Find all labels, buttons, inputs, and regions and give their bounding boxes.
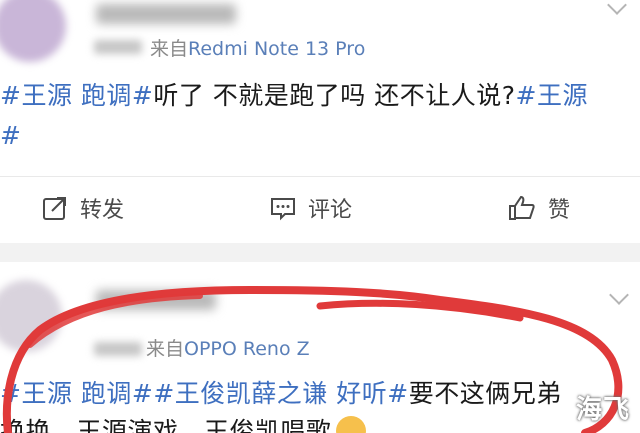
post-text: 要不这俩兄弟 xyxy=(408,379,562,408)
comment-label: 评论 xyxy=(308,198,353,223)
username-blurred[interactable] xyxy=(96,290,216,310)
post-text: 听了 不就是跑了吗 还不让人说? xyxy=(153,81,516,110)
source-prefix: 来自 xyxy=(150,38,189,60)
source-device: Redmi Note 13 Pro xyxy=(188,38,366,60)
timestamp-blurred xyxy=(94,40,142,54)
repost-label: 转发 xyxy=(80,198,125,223)
hashtag-link[interactable]: # xyxy=(0,121,21,150)
watermark: 海飞 xyxy=(575,395,630,425)
post-content-line1: #王源 跑调##王俊凯薛之谦 好听#要不这俩兄弟 xyxy=(0,374,562,414)
like-button[interactable]: 赞 xyxy=(508,186,570,230)
post-content-line2: # xyxy=(0,116,21,156)
chevron-down-icon[interactable] xyxy=(609,285,629,305)
comment-button[interactable]: 评论 xyxy=(270,186,352,230)
post-text: 换换，王源演戏，王俊凯唱歌 xyxy=(0,417,332,433)
source-prefix: 来自 xyxy=(146,338,185,360)
avatar[interactable] xyxy=(0,280,62,352)
timestamp-blurred xyxy=(94,342,142,356)
post-content-line1: #王源 跑调#听了 不就是跑了吗 还不让人说?#王源 xyxy=(0,76,588,116)
post-source: 来自OPPO Reno Z xyxy=(146,334,310,361)
username-blurred[interactable] xyxy=(96,4,236,24)
feed-separator xyxy=(0,243,640,262)
weibo-post-2: 来自OPPO Reno Z #王源 跑调##王俊凯薛之谦 好听#要不这俩兄弟 换… xyxy=(0,262,640,433)
chevron-down-icon[interactable] xyxy=(607,0,627,15)
post-content-line2: 换换，王源演戏，王俊凯唱歌 xyxy=(0,412,366,433)
avatar[interactable] xyxy=(0,0,66,62)
hashtag-link[interactable]: #王源 跑调# xyxy=(0,81,153,110)
like-label: 赞 xyxy=(548,198,571,223)
smile-emoji-icon xyxy=(335,416,366,433)
source-device: OPPO Reno Z xyxy=(184,338,310,360)
repost-button[interactable]: 转发 xyxy=(42,186,124,230)
divider xyxy=(0,176,640,177)
post-source: 来自Redmi Note 13 Pro xyxy=(150,34,365,61)
repost-icon xyxy=(43,197,66,220)
hashtag-link[interactable]: #王源 xyxy=(516,81,588,110)
hashtag-link[interactable]: #王源 跑调##王俊凯薛之谦 好听# xyxy=(0,379,409,408)
thumbs-up-icon xyxy=(509,195,535,220)
comment-icon xyxy=(271,198,295,221)
weibo-post-1: 来自Redmi Note 13 Pro #王源 跑调#听了 不就是跑了吗 还不让… xyxy=(0,0,640,243)
action-bar: 转发 评论 赞 xyxy=(0,186,640,230)
